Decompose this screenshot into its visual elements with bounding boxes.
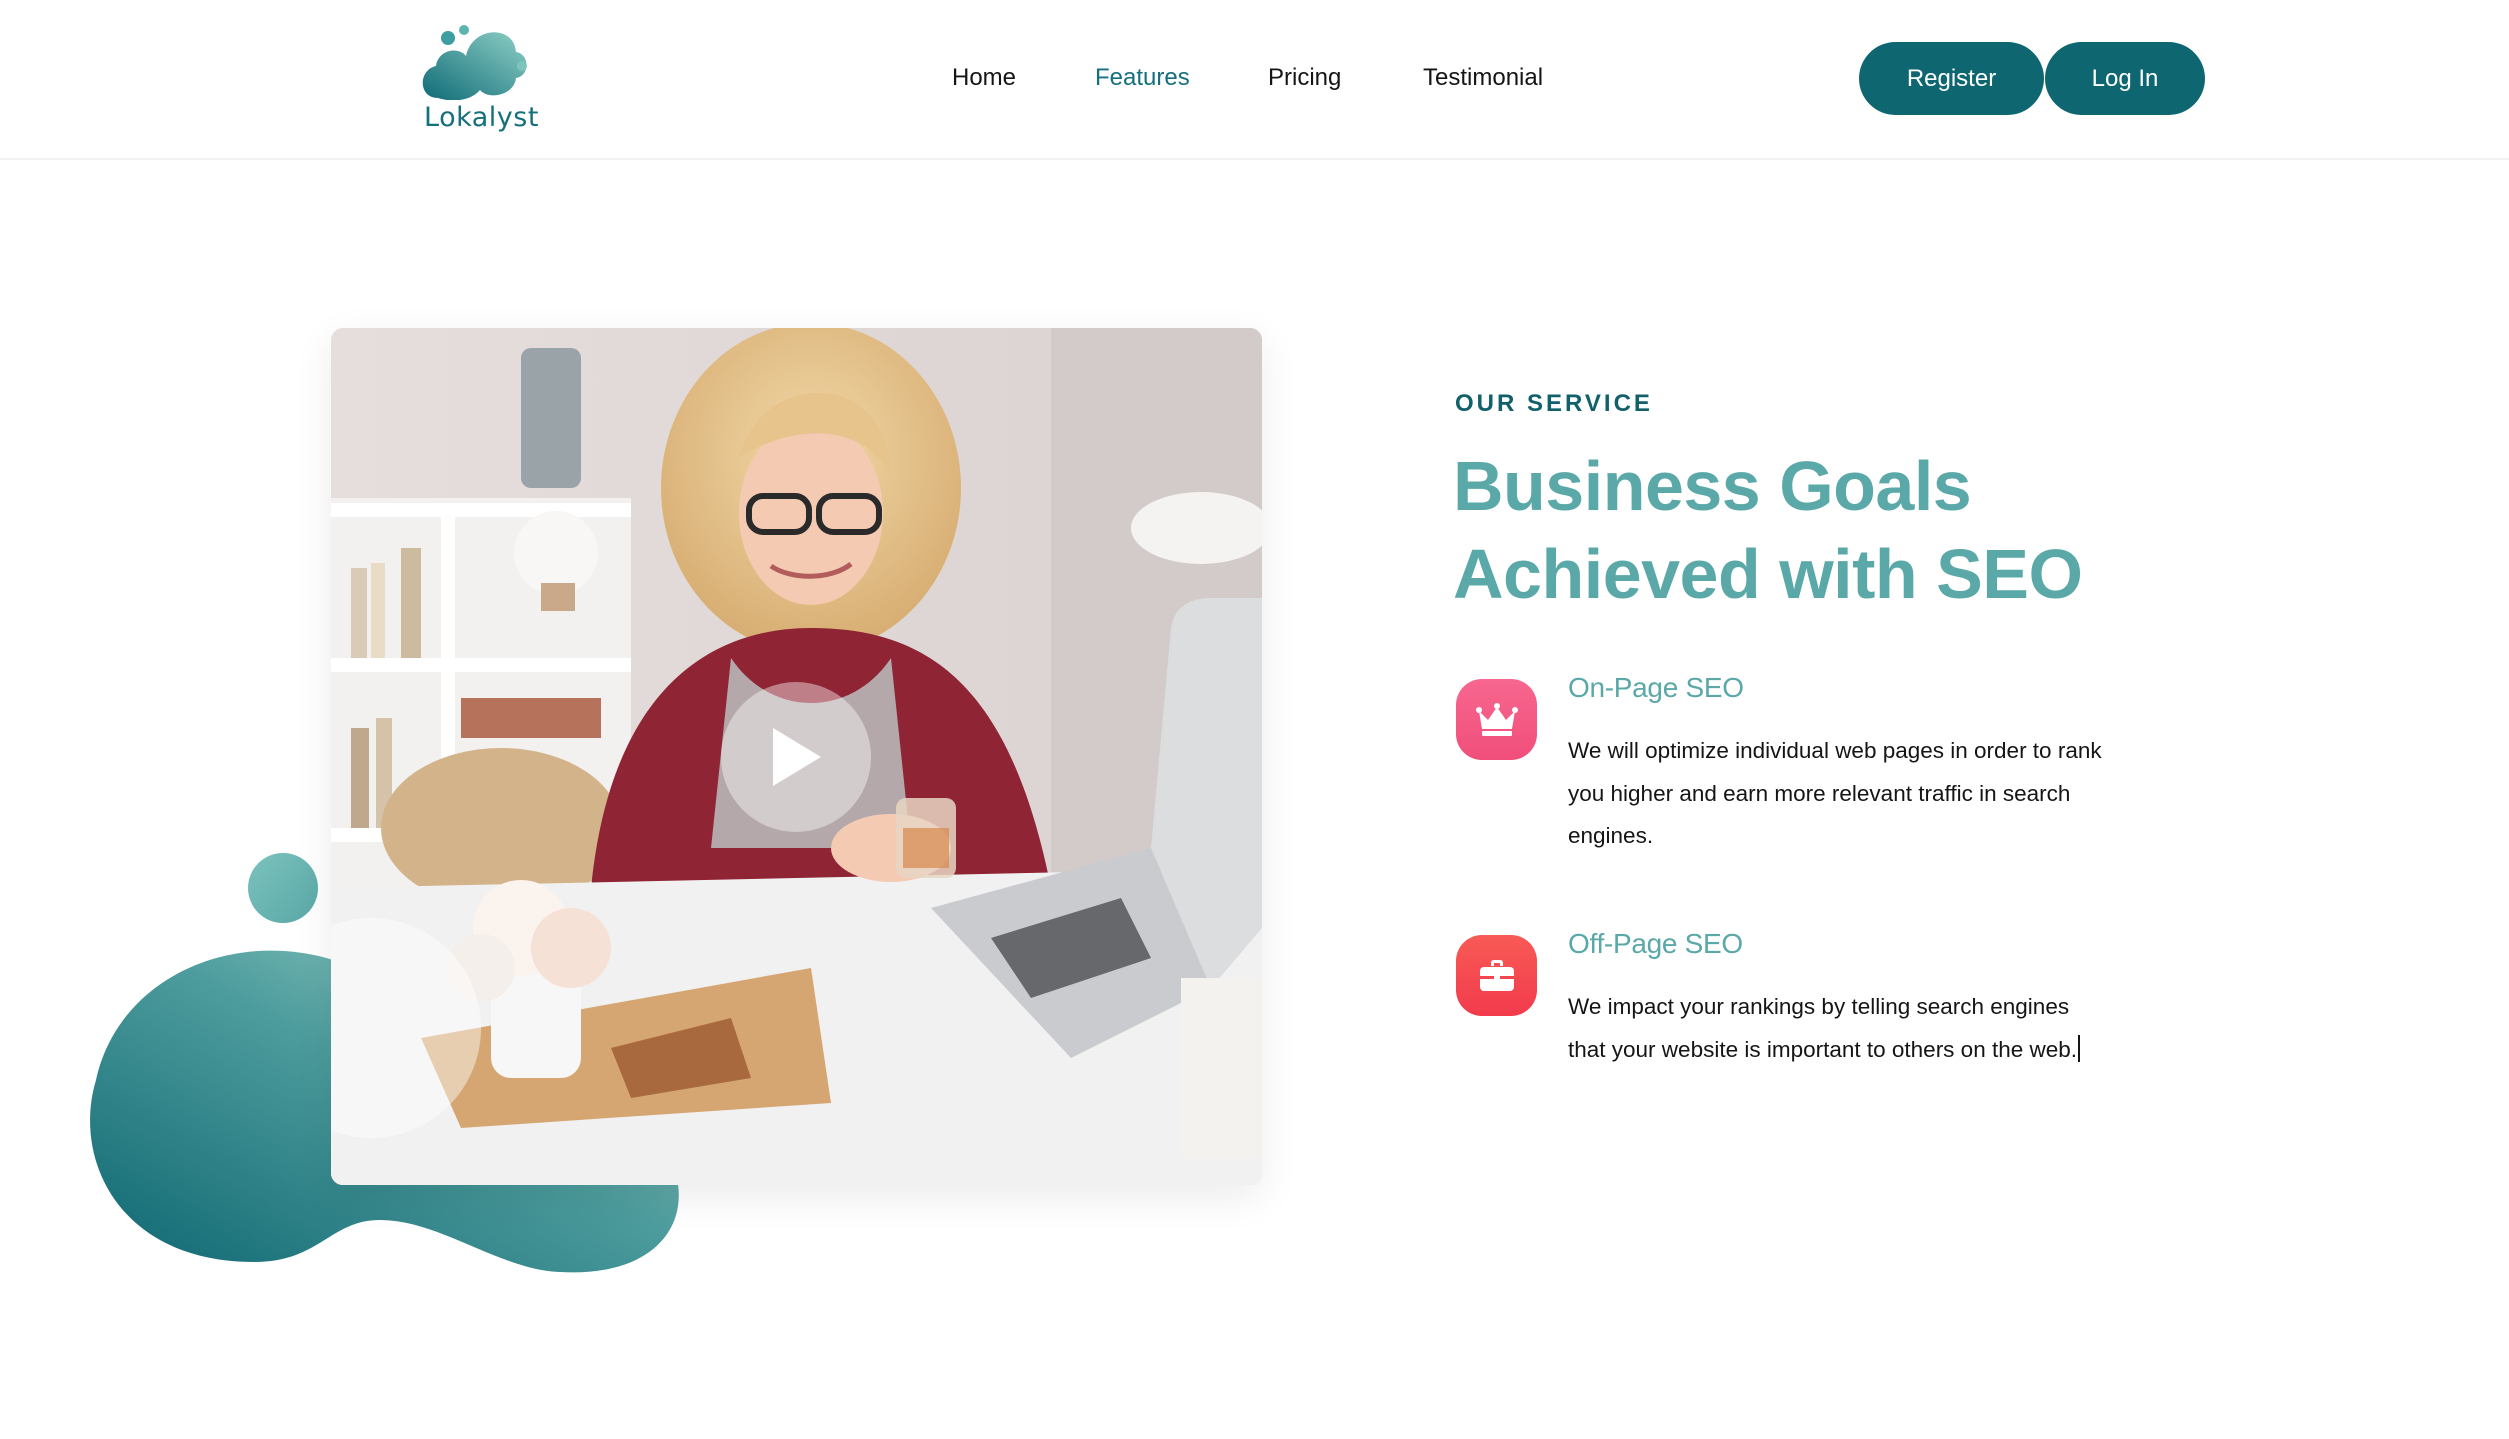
nav-pricing[interactable]: Pricing — [1268, 56, 1341, 100]
site-header: Lokalyst Home Features Pricing Testimoni… — [0, 0, 2509, 160]
text-cursor — [2078, 1034, 2081, 1062]
login-button[interactable]: Log In — [2045, 42, 2205, 115]
nav-home[interactable]: Home — [952, 56, 1016, 100]
video-play-button[interactable] — [721, 682, 871, 832]
feature-description-text: We impact your rankings by telling searc… — [1568, 994, 2078, 1062]
feature-title: Off-Page SEO — [1568, 928, 1743, 959]
crown-icon — [1475, 702, 1518, 736]
logo[interactable]: Lokalyst — [418, 20, 538, 138]
on-page-seo-icon-badge — [1456, 679, 1537, 760]
register-button[interactable]: Register — [1859, 42, 2044, 115]
briefcase-icon — [1479, 959, 1514, 991]
logo-cloud-icon — [422, 25, 527, 100]
feature-title: On-Page SEO — [1568, 672, 1744, 703]
feature-description: We will optimize individual web pages in… — [1568, 738, 2102, 848]
page: Lokalyst Home Features Pricing Testimoni… — [0, 0, 2509, 1439]
logo-text: Lokalyst — [424, 102, 539, 133]
feature-description: We impact your rankings by telling searc… — [1568, 986, 2108, 1071]
nav-features[interactable]: Features — [1095, 56, 1190, 100]
nav-testimonial[interactable]: Testimonial — [1423, 56, 1543, 100]
play-icon — [773, 728, 821, 786]
section-eyebrow: OUR SERVICE — [1455, 390, 1653, 417]
off-page-seo-icon-badge — [1456, 935, 1537, 1016]
section-headline: Business Goals Achieved with SEO — [1453, 447, 2083, 613]
